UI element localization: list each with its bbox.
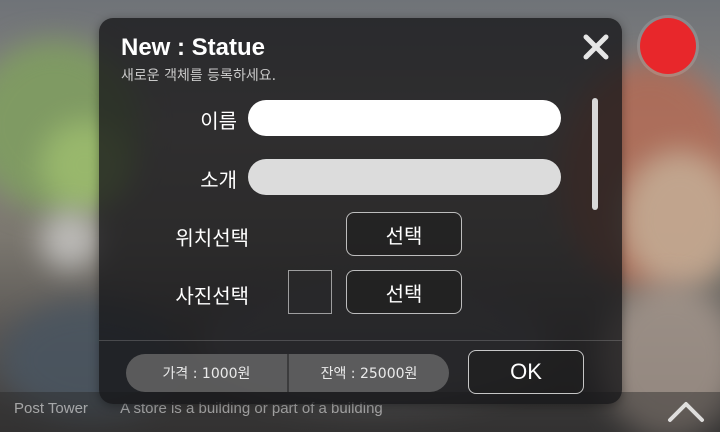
photo-thumbnail [288, 270, 332, 314]
price-text: 가격 : 1000원 [162, 366, 251, 382]
ok-button[interactable]: OK [468, 350, 584, 394]
scrollbar[interactable] [592, 98, 598, 210]
select-photo-button[interactable]: 선택 [346, 270, 462, 314]
name-input[interactable] [248, 100, 561, 136]
footer-divider [99, 340, 622, 341]
balance-text: 잔액 : 25000원 [320, 366, 418, 382]
poi-name: Post Tower [14, 400, 88, 417]
intro-input[interactable] [248, 159, 561, 195]
close-button[interactable] [579, 30, 613, 64]
close-icon [583, 34, 609, 60]
name-label: 이름 [200, 109, 237, 133]
expand-up-button[interactable] [662, 390, 710, 430]
photo-label: 사진선택 [175, 284, 249, 308]
cost-info: 가격 : 1000원 잔액 : 25000원 [126, 354, 449, 392]
intro-label: 소개 [200, 168, 237, 192]
record-button[interactable] [640, 18, 696, 74]
location-label: 위치선택 [175, 226, 249, 250]
chevron-up-icon [668, 402, 704, 422]
select-location-button[interactable]: 선택 [346, 212, 462, 256]
dialog-subtitle: 새로운 객체를 등록하세요. [121, 68, 277, 84]
register-object-dialog: New : Statue 새로운 객체를 등록하세요. 이름 소개 위치선택 선… [99, 18, 622, 404]
bg-blur [40, 210, 100, 270]
dialog-title: New : Statue [121, 34, 266, 61]
